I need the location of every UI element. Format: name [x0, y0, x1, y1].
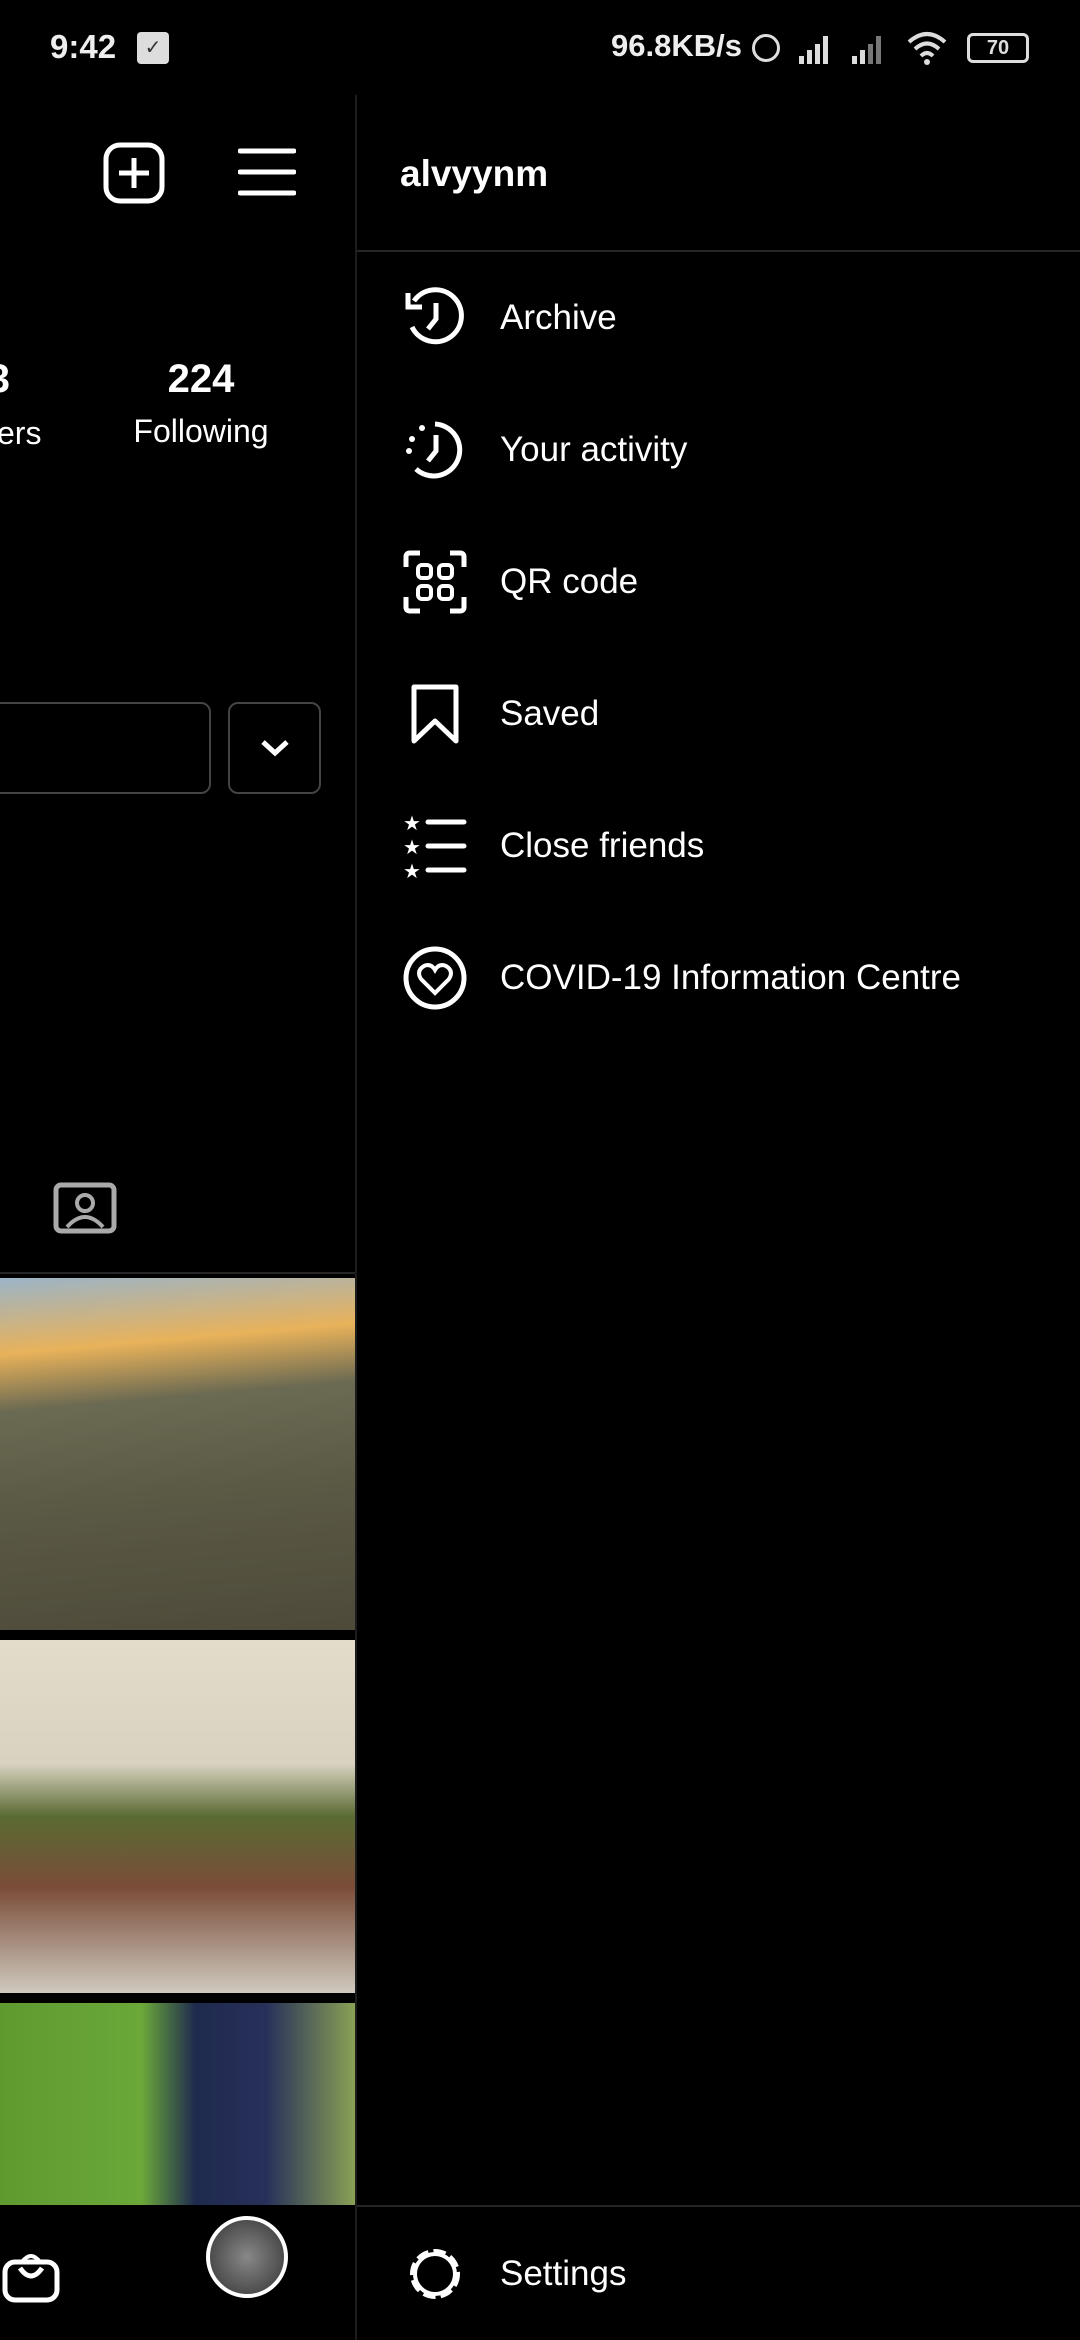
- followers-count: 3: [0, 357, 10, 402]
- signal-icon: [799, 36, 828, 64]
- bookmark-icon: [411, 684, 459, 744]
- status-bar: 9:42 ✓ 96.8KB/s 70: [0, 0, 1080, 95]
- shop-bag-icon[interactable]: [2, 2248, 60, 2304]
- network-speed: 96.8KB/s: [611, 28, 742, 63]
- hamburger-menu-icon[interactable]: [238, 147, 296, 197]
- wifi-icon: [907, 32, 947, 65]
- menu-item-label: Your activity: [500, 430, 688, 469]
- covid-heart-icon: [403, 946, 467, 1010]
- drawer-username: alvyynm: [400, 153, 549, 194]
- menu-item-archive[interactable]: Archive: [402, 268, 1080, 368]
- battery-icon: 70: [967, 33, 1029, 63]
- tagged-posts-icon[interactable]: [53, 1177, 117, 1235]
- menu-item-label: Close friends: [500, 826, 705, 865]
- post-thumbnail-sunset[interactable]: [0, 1278, 355, 1630]
- suggestions-dropdown-button[interactable]: [228, 702, 321, 794]
- following-count[interactable]: 224: [101, 357, 301, 402]
- svg-text:★: ★: [403, 837, 421, 859]
- menu-item-saved[interactable]: Saved: [402, 664, 1080, 764]
- menu-item-close-friends[interactable]: ★ ★ ★ Close friends: [402, 796, 1080, 896]
- following-label[interactable]: Following: [101, 413, 301, 450]
- notification-check-icon: ✓: [137, 32, 169, 64]
- menu-item-label: COVID-19 Information Centre: [500, 958, 962, 997]
- signal-icon-2: [852, 36, 881, 64]
- profile-background: 3 ers 224 Following: [0, 95, 355, 2340]
- svg-text:★: ★: [403, 813, 421, 835]
- status-time: 9:42: [50, 28, 117, 65]
- post-thumbnail-shoe[interactable]: [0, 2003, 355, 2205]
- drawer-footer-divider: [357, 2205, 1080, 2207]
- tab-divider: [0, 1272, 355, 1274]
- chevron-down-icon: [260, 740, 289, 757]
- gear-icon: [410, 2249, 460, 2299]
- activity-clock-icon: [406, 421, 463, 479]
- new-post-icon[interactable]: [103, 142, 165, 204]
- side-drawer: alvyynm Archive Your activity QR code Sa…: [355, 95, 1080, 2340]
- archive-clock-icon: [405, 287, 464, 345]
- close-friends-list-icon: ★★★: [403, 813, 467, 879]
- menu-item-label: QR code: [500, 562, 639, 601]
- settings-label: Settings: [500, 2254, 627, 2293]
- qr-code-icon: [403, 550, 467, 614]
- menu-item-label: Archive: [500, 298, 617, 337]
- alarm-icon: [752, 34, 780, 62]
- menu-item-covid-info[interactable]: COVID-19 Information Centre: [402, 928, 1080, 1028]
- edit-profile-button[interactable]: [0, 702, 211, 794]
- followers-label[interactable]: ers: [0, 415, 47, 452]
- menu-item-label: Saved: [500, 694, 600, 733]
- profile-avatar-tab[interactable]: [206, 2216, 288, 2298]
- drawer-header-divider: [357, 250, 1080, 252]
- battery-level: 70: [986, 37, 1010, 59]
- menu-item-qr-code[interactable]: QR code: [402, 532, 1080, 632]
- settings-button[interactable]: Settings: [402, 2224, 1080, 2324]
- menu-item-your-activity[interactable]: Your activity: [402, 400, 1080, 500]
- svg-text:★: ★: [403, 861, 421, 879]
- post-thumbnail-plants[interactable]: [0, 1640, 355, 1993]
